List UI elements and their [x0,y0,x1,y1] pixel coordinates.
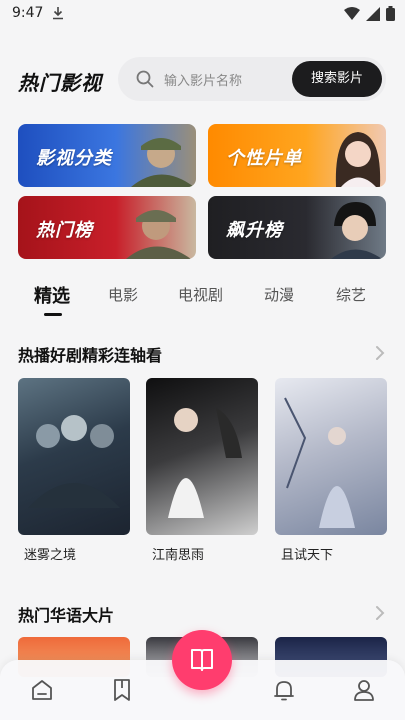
header: 热门影视 输入影片名称 搜索影片 [0,55,405,103]
user-icon[interactable] [350,676,378,704]
wifi-icon [344,6,360,20]
poster-title[interactable]: 且试天下 [281,544,333,563]
tab-featured[interactable]: 精选 [34,282,70,308]
active-tab-indicator [44,313,62,316]
home-icon[interactable] [28,676,56,704]
category-card-personal-list[interactable]: 个性片单 [208,124,386,187]
category-label: 影视分类 [36,148,112,169]
poster-card[interactable] [146,378,258,535]
category-label: 飙升榜 [226,220,283,241]
system-icons [344,6,395,21]
search-button[interactable]: 搜索影片 [292,61,382,97]
poster-card[interactable] [18,378,130,535]
actor-portrait-image [331,202,382,259]
tab-tv-series[interactable]: 电视剧 [178,284,223,305]
search-bar[interactable]: 输入影片名称 搜索影片 [118,57,386,101]
poster-image [168,408,242,518]
category-card-film-categories[interactable]: 影视分类 [18,124,196,187]
download-icon [53,7,63,20]
bell-icon[interactable] [270,676,298,704]
section-title: 热播好剧精彩连轴看 [18,346,163,365]
poster-title[interactable]: 迷雾之境 [24,544,76,563]
poster-card[interactable] [275,378,387,535]
category-card-rising-list[interactable]: 飙升榜 [208,196,386,259]
bookmark-icon[interactable] [108,676,136,704]
category-label: 个性片单 [226,148,302,169]
status-time: 9:47 [12,5,44,21]
search-input[interactable]: 输入影片名称 [164,70,242,89]
content-tabs: 精选 电影 电视剧 动漫 综艺 [0,280,405,320]
actress-portrait-image [335,132,381,187]
poster-title[interactable]: 江南思雨 [152,544,204,563]
tab-anime[interactable]: 动漫 [264,284,294,305]
signal-icon [366,6,380,21]
tab-variety[interactable]: 综艺 [336,284,366,305]
poster-image [28,415,120,508]
soldier-portrait-image [131,138,194,187]
chevron-right-icon[interactable] [375,345,385,361]
search-icon [136,70,154,88]
book-open-icon [191,649,213,671]
reader-fab-button[interactable] [172,630,232,690]
soldier-portrait-image [126,210,191,259]
chevron-right-icon[interactable] [375,605,385,621]
category-card-hot-list[interactable]: 热门榜 [18,196,196,259]
battery-icon [386,6,395,21]
category-label: 热门榜 [36,220,93,241]
page-title: 热门影视 [18,71,102,95]
status-bar: 9:47 [0,0,405,28]
tab-movies[interactable]: 电影 [108,284,138,305]
poster-image [284,397,355,528]
section-title: 热门华语大片 [18,606,115,625]
